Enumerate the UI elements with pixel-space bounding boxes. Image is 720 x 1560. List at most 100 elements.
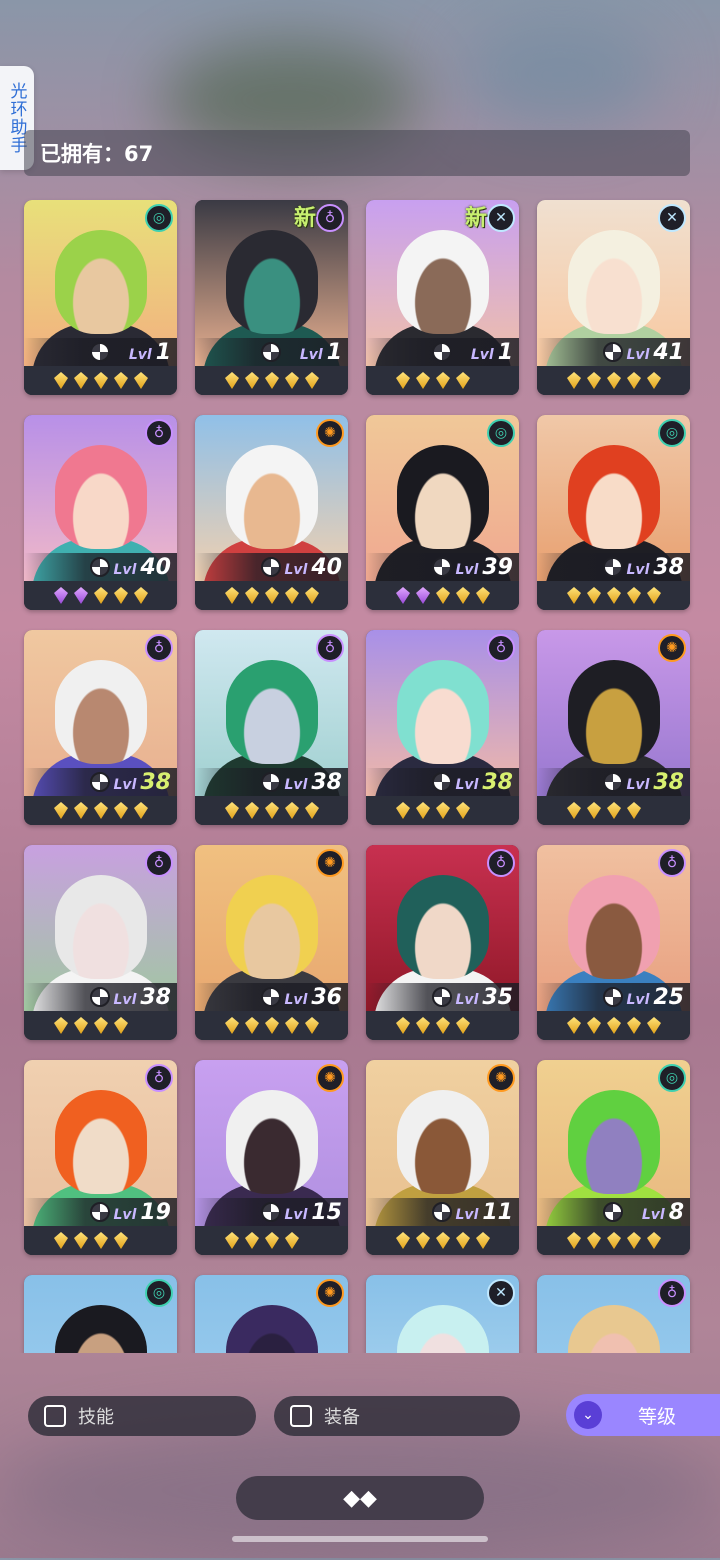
level-prefix: Lvl bbox=[113, 1207, 137, 1223]
star-gem-icon bbox=[627, 1232, 641, 1249]
level-strip: Lvl 19 bbox=[24, 1198, 177, 1226]
hero-card[interactable]: ♁ Lvl 40 bbox=[24, 415, 177, 610]
level-strip: Lvl 39 bbox=[366, 553, 519, 581]
star-gem-icon bbox=[74, 372, 88, 389]
star-rating bbox=[537, 581, 690, 610]
skills-filter[interactable]: 技能 bbox=[28, 1396, 256, 1436]
hero-card[interactable]: ♁ Lvl 19 bbox=[24, 1060, 177, 1255]
star-gem-icon bbox=[54, 1232, 68, 1249]
level-number: 1 bbox=[497, 340, 513, 365]
level-prefix: Lvl bbox=[455, 777, 479, 793]
equipment-checkbox[interactable] bbox=[290, 1405, 312, 1427]
hero-level: Lvl 36 bbox=[285, 985, 342, 1010]
hero-card[interactable]: ♁ Lvl 38 bbox=[366, 630, 519, 825]
hero-face bbox=[54, 875, 147, 979]
level-strip: Lvl 38 bbox=[195, 768, 348, 796]
keyhole-icon: ♁ bbox=[316, 204, 344, 232]
hero-card[interactable]: ♁ Lvl 38 bbox=[195, 630, 348, 825]
sun-icon: ✺ bbox=[658, 634, 686, 662]
hero-card[interactable]: ✺ Lvl 40 bbox=[195, 415, 348, 610]
hero-card[interactable]: ♁ 新 Lvl 1 bbox=[195, 200, 348, 395]
hero-face bbox=[225, 230, 318, 334]
skill-cooldown-icon bbox=[90, 342, 110, 362]
star-gem-icon bbox=[587, 1017, 601, 1034]
star-gem-icon bbox=[305, 1017, 319, 1034]
skill-cooldown-icon bbox=[432, 772, 452, 792]
star-gem-icon bbox=[285, 1017, 299, 1034]
hero-card[interactable]: ♁ Lvl 35 bbox=[366, 845, 519, 1040]
skill-cooldown-icon bbox=[603, 342, 623, 362]
new-badge: 新 bbox=[293, 206, 316, 231]
hero-card[interactable]: ◎ Lvl 38 bbox=[537, 415, 690, 610]
star-gem-icon bbox=[245, 372, 259, 389]
skill-cooldown-icon bbox=[603, 772, 623, 792]
hero-card[interactable]: ♁ Lvl 38 bbox=[24, 845, 177, 1040]
star-gem-icon bbox=[416, 1232, 430, 1249]
keyhole-icon: ♁ bbox=[487, 634, 515, 662]
hero-portrait: ♁ Lvl 40 bbox=[24, 415, 177, 581]
level-number: 8 bbox=[668, 1200, 684, 1225]
hero-portrait: ✕ Lvl 41 bbox=[537, 200, 690, 366]
star-gem-icon bbox=[285, 587, 299, 604]
hero-face bbox=[567, 660, 660, 764]
home-indicator[interactable] bbox=[232, 1536, 488, 1542]
star-rating bbox=[24, 796, 177, 825]
star-gem-icon bbox=[396, 587, 410, 604]
level-prefix: Lvl bbox=[284, 992, 308, 1008]
hero-card[interactable]: ✺ Lvl 11 bbox=[366, 1060, 519, 1255]
star-gem-icon bbox=[456, 372, 470, 389]
star-gem-icon bbox=[476, 1232, 490, 1249]
star-gem-icon bbox=[54, 587, 68, 604]
hero-card[interactable]: ◎ Lvl 1 bbox=[24, 200, 177, 395]
hero-card[interactable]: ◎ bbox=[24, 1275, 177, 1353]
star-gem-icon bbox=[94, 1232, 108, 1249]
hero-card[interactable]: ◎ Lvl 39 bbox=[366, 415, 519, 610]
sort-by-level-button[interactable]: ⌄ 等级 bbox=[566, 1394, 720, 1436]
hero-face bbox=[396, 445, 489, 549]
hero-face bbox=[225, 875, 318, 979]
star-gem-icon bbox=[94, 587, 108, 604]
star-gem-icon bbox=[54, 372, 68, 389]
hero-card[interactable]: ✺ Lvl 38 bbox=[537, 630, 690, 825]
level-number: 1 bbox=[155, 340, 171, 365]
expand-menu-button[interactable]: ◆◆ bbox=[236, 1476, 484, 1520]
hero-card[interactable]: ◎ Lvl 8 bbox=[537, 1060, 690, 1255]
level-prefix: Lvl bbox=[113, 992, 137, 1008]
hero-card[interactable]: ✺ bbox=[195, 1275, 348, 1353]
hero-card[interactable]: ✕ 新 Lvl 1 bbox=[366, 200, 519, 395]
cross-icon: ✕ bbox=[487, 1279, 515, 1307]
skills-checkbox[interactable] bbox=[44, 1405, 66, 1427]
equipment-filter[interactable]: 装备 bbox=[274, 1396, 520, 1436]
star-gem-icon bbox=[436, 587, 450, 604]
level-prefix: Lvl bbox=[284, 1207, 308, 1223]
hero-card[interactable]: ✺ Lvl 15 bbox=[195, 1060, 348, 1255]
spiral-icon: ◎ bbox=[145, 1279, 173, 1307]
star-gem-icon bbox=[436, 1017, 450, 1034]
hero-card[interactable]: ✺ Lvl 36 bbox=[195, 845, 348, 1040]
hero-card[interactable]: ✕ bbox=[366, 1275, 519, 1353]
star-gem-icon bbox=[74, 1232, 88, 1249]
spiral-icon: ◎ bbox=[658, 1064, 686, 1092]
hero-card[interactable]: ♁ Lvl 38 bbox=[24, 630, 177, 825]
star-gem-icon bbox=[587, 1232, 601, 1249]
hero-portrait: ♁ Lvl 38 bbox=[24, 845, 177, 1011]
hero-card[interactable]: ♁ bbox=[537, 1275, 690, 1353]
sun-icon: ✺ bbox=[316, 849, 344, 877]
star-gem-icon bbox=[225, 587, 239, 604]
level-prefix: Lvl bbox=[455, 992, 479, 1008]
star-gem-icon bbox=[94, 1017, 108, 1034]
skill-cooldown-icon bbox=[603, 987, 623, 1007]
level-strip: Lvl 40 bbox=[195, 553, 348, 581]
skill-cooldown-icon bbox=[90, 557, 110, 577]
star-gem-icon bbox=[567, 1232, 581, 1249]
hero-portrait: ◎ Lvl 39 bbox=[366, 415, 519, 581]
hero-portrait: ♁ Lvl 19 bbox=[24, 1060, 177, 1226]
hero-card[interactable]: ♁ Lvl 25 bbox=[537, 845, 690, 1040]
star-gem-icon bbox=[74, 802, 88, 819]
keyhole-icon: ♁ bbox=[658, 849, 686, 877]
level-strip: Lvl 11 bbox=[366, 1198, 519, 1226]
hero-level: Lvl 38 bbox=[627, 770, 684, 795]
hero-card[interactable]: ✕ Lvl 41 bbox=[537, 200, 690, 395]
sun-icon: ✺ bbox=[316, 1279, 344, 1307]
hero-level: Lvl 1 bbox=[300, 340, 342, 365]
